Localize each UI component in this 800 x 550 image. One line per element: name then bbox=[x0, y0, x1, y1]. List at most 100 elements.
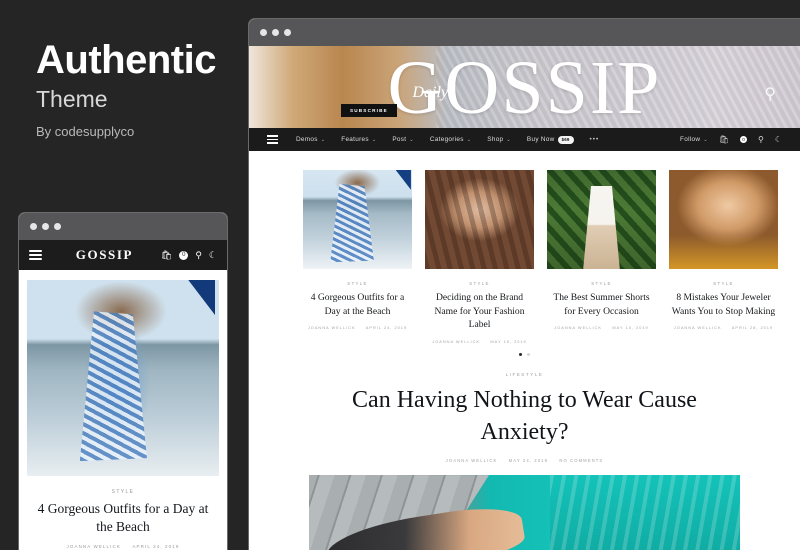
nav-item-categories[interactable]: Categories ⌄ bbox=[430, 136, 471, 143]
featured-image[interactable] bbox=[309, 475, 740, 550]
featured-author[interactable]: JOANNA WELLICK bbox=[446, 458, 498, 463]
article-title[interactable]: 8 Mistakes Your Jeweler Wants You to Sto… bbox=[669, 291, 778, 318]
chevron-down-icon: ⌄ bbox=[320, 136, 326, 143]
nav-item-features[interactable]: Features ⌄ bbox=[341, 136, 376, 143]
carousel-dot-active[interactable] bbox=[519, 352, 522, 356]
moon-icon[interactable]: ☾ bbox=[775, 135, 782, 144]
cart-count-badge: 0 bbox=[739, 136, 747, 143]
featured-comments[interactable]: NO COMMENTS bbox=[559, 458, 603, 463]
nav-label: Categories bbox=[429, 136, 464, 143]
desktop-window-chrome bbox=[249, 19, 800, 46]
article-thumbnail[interactable] bbox=[669, 170, 778, 269]
article-card[interactable]: STYLE 8 Mistakes Your Jeweler Wants You … bbox=[669, 170, 778, 344]
article-card[interactable]: STYLE Deciding on the Brand Name for You… bbox=[425, 170, 534, 344]
search-icon[interactable]: ⚲ bbox=[195, 250, 202, 261]
window-dot-close[interactable] bbox=[30, 223, 37, 230]
article-title[interactable]: The Best Summer Shorts for Every Occasio… bbox=[547, 291, 656, 318]
article-card[interactable]: STYLE The Best Summer Shorts for Every O… bbox=[547, 170, 656, 344]
mobile-article-category[interactable]: STYLE bbox=[27, 489, 219, 495]
article-meta: JOANNA WELLICK MAY 15, 2019 bbox=[425, 339, 534, 344]
chevron-down-icon: ⌄ bbox=[371, 136, 377, 143]
article-category[interactable]: STYLE bbox=[547, 281, 656, 286]
site-masthead: SUBSCRIBE GOSSIP Daily ⚲ bbox=[249, 46, 800, 128]
mobile-site-logo[interactable]: GOSSIP bbox=[48, 247, 161, 263]
window-dot-close[interactable] bbox=[260, 29, 267, 36]
article-title[interactable]: 4 Gorgeous Outfits for a Day at the Beac… bbox=[303, 291, 412, 318]
nav-label: Follow bbox=[680, 136, 701, 143]
mobile-navbar: GOSSIP 🛍 0 ⚲ ☾ bbox=[19, 240, 227, 270]
search-icon[interactable]: ⚲ bbox=[758, 135, 764, 144]
article-meta: JOANNA WELLICK APRIL 28, 2019 bbox=[669, 325, 778, 330]
featured-meta: JOANNA WELLICK MAY 24, 2019 NO COMMENTS bbox=[309, 458, 740, 463]
sail-flag-shape bbox=[188, 280, 216, 316]
nav-label: Post bbox=[392, 136, 407, 143]
subscribe-button[interactable]: SUBSCRIBE bbox=[341, 104, 397, 117]
window-dot-minimize[interactable] bbox=[42, 223, 49, 230]
article-category[interactable]: STYLE bbox=[669, 281, 778, 286]
nav-more-button[interactable]: ••• bbox=[590, 136, 600, 143]
article-author[interactable]: JOANNA WELLICK bbox=[432, 339, 480, 344]
featured-date: MAY 24, 2019 bbox=[508, 458, 549, 464]
nav-item-shop[interactable]: Shop ⌄ bbox=[487, 136, 511, 143]
mobile-article-title[interactable]: 4 Gorgeous Outfits for a Day at the Beac… bbox=[27, 500, 219, 536]
nav-label: Buy Now bbox=[526, 136, 555, 143]
search-icon[interactable]: ⚲ bbox=[764, 84, 776, 104]
masthead-inner: SUBSCRIBE GOSSIP Daily ⚲ bbox=[249, 46, 800, 128]
site-navbar: Demos ⌄ Features ⌄ Post ⌄ Categories ⌄ S… bbox=[249, 128, 800, 151]
article-date: MAY 15, 2019 bbox=[490, 338, 527, 344]
mobile-window-chrome bbox=[19, 213, 227, 240]
page-title: Authentic bbox=[36, 38, 216, 82]
article-meta: JOANNA WELLICK APRIL 24, 2019 bbox=[303, 325, 412, 330]
article-category[interactable]: STYLE bbox=[425, 281, 534, 286]
article-date: APRIL 28, 2019 bbox=[731, 325, 774, 331]
chevron-down-icon: ⌄ bbox=[466, 136, 472, 143]
article-title[interactable]: Deciding on the Brand Name for Your Fash… bbox=[425, 291, 534, 332]
hamburger-icon[interactable] bbox=[29, 250, 42, 260]
nav-item-follow[interactable]: Follow ⌄ bbox=[680, 136, 708, 143]
featured-title[interactable]: Can Having Nothing to Wear Cause Anxiety… bbox=[309, 385, 740, 448]
promo-subtitle: Theme bbox=[36, 86, 108, 112]
mobile-preview-window: GOSSIP 🛍 0 ⚲ ☾ STYLE 4 Gorgeous Outfits … bbox=[18, 212, 228, 550]
featured-category[interactable]: LIFESTYLE bbox=[309, 372, 740, 377]
featured-article: LIFESTYLE Can Having Nothing to Wear Cau… bbox=[249, 355, 800, 550]
cart-icon[interactable]: 🛍 bbox=[161, 250, 172, 261]
site-logo[interactable]: GOSSIP bbox=[249, 50, 800, 126]
window-dot-maximize[interactable] bbox=[54, 223, 61, 230]
nav-item-demos[interactable]: Demos ⌄ bbox=[296, 136, 325, 143]
article-date: MAY 10, 2019 bbox=[612, 325, 649, 331]
nav-label: Features bbox=[341, 136, 369, 143]
article-card-row: STYLE 4 Gorgeous Outfits for a Day at th… bbox=[249, 151, 800, 344]
article-author[interactable]: JOANNA WELLICK bbox=[554, 325, 602, 330]
mobile-content: STYLE 4 Gorgeous Outfits for a Day at th… bbox=[19, 270, 227, 550]
nav-item-post[interactable]: Post ⌄ bbox=[392, 136, 414, 143]
article-author[interactable]: JOANNA WELLICK bbox=[674, 325, 722, 330]
price-badge: $69 bbox=[557, 135, 574, 144]
article-thumbnail[interactable] bbox=[547, 170, 656, 269]
chevron-down-icon: ⌄ bbox=[409, 136, 414, 143]
cart-icon[interactable]: 🛍 bbox=[719, 135, 729, 144]
window-dot-minimize[interactable] bbox=[272, 29, 279, 36]
moon-icon[interactable]: ☾ bbox=[209, 250, 217, 261]
nav-label: Shop bbox=[487, 136, 504, 143]
mobile-article-image[interactable] bbox=[27, 280, 219, 476]
article-category[interactable]: STYLE bbox=[303, 281, 412, 286]
pool-water-shape bbox=[550, 475, 740, 550]
hamburger-icon[interactable] bbox=[267, 135, 278, 144]
mobile-article-author[interactable]: JOANNA WELLICK bbox=[67, 544, 121, 549]
article-author[interactable]: JOANNA WELLICK bbox=[308, 325, 356, 330]
promo-block: Authentic Theme By codesupplyco bbox=[36, 40, 236, 139]
navbar-right-tools: Follow ⌄ 🛍 0 ⚲ ☾ bbox=[680, 135, 782, 144]
desktop-preview-window: SUBSCRIBE GOSSIP Daily ⚲ Demos ⌄ Feature… bbox=[248, 18, 800, 550]
article-thumbnail[interactable] bbox=[425, 170, 534, 269]
window-dot-maximize[interactable] bbox=[284, 29, 291, 36]
site-logo-overlay: Daily bbox=[412, 84, 449, 101]
article-date: APRIL 24, 2019 bbox=[365, 325, 408, 331]
mobile-article-date: APRIL 24, 2019 bbox=[132, 544, 180, 550]
article-thumbnail[interactable] bbox=[303, 170, 412, 269]
chevron-down-icon: ⌄ bbox=[506, 136, 511, 143]
screenshot-stage: Authentic Theme By codesupplyco GOSSIP 🛍… bbox=[0, 0, 800, 550]
nav-item-buy-now[interactable]: Buy Now $69 bbox=[526, 135, 574, 144]
chevron-down-icon: ⌄ bbox=[703, 136, 708, 143]
article-card[interactable]: STYLE 4 Gorgeous Outfits for a Day at th… bbox=[303, 170, 412, 344]
carousel-dot[interactable] bbox=[527, 352, 530, 356]
